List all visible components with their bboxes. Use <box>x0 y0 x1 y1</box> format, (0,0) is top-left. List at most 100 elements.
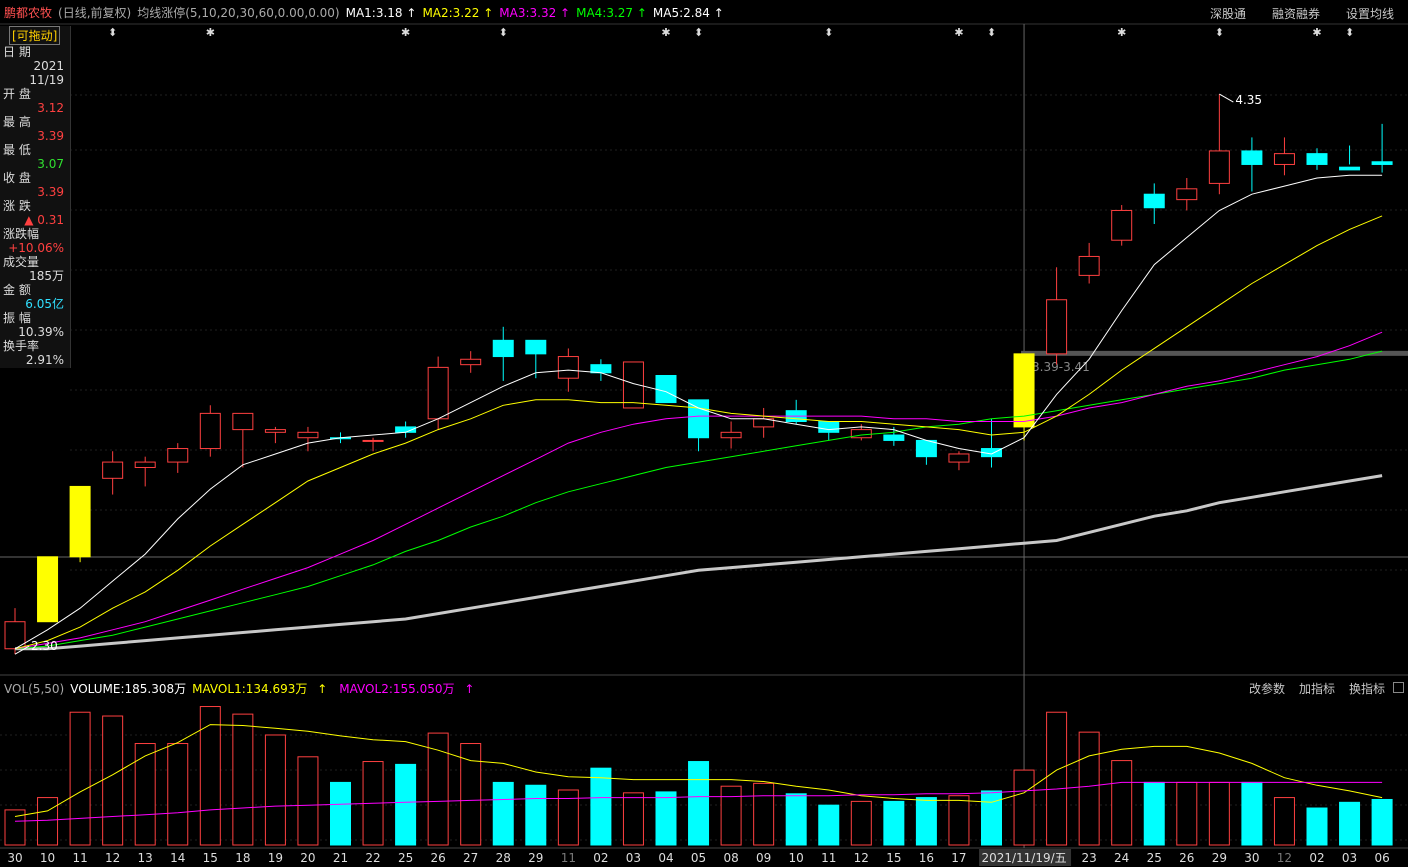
candle-body <box>1176 188 1198 201</box>
x-tick-label: 26 <box>431 851 446 865</box>
event-mark-icon: ⬍ <box>499 26 508 39</box>
info-label: 收 盘 <box>3 171 31 185</box>
info-label: 最 低 <box>3 143 31 157</box>
link-set-ma[interactable]: 设置均线 <box>1346 7 1394 21</box>
volume-bar <box>232 713 254 846</box>
volume-bar <box>1078 731 1100 846</box>
candle-body <box>1078 255 1100 276</box>
x-tick-label: 12 <box>854 851 869 865</box>
info-value: 6.05亿 <box>25 297 64 311</box>
x-tick-label: 11 <box>561 851 576 865</box>
price-band <box>1021 350 1408 356</box>
candle-body <box>1143 193 1165 209</box>
candle-body <box>557 356 579 379</box>
volume-bar <box>1111 760 1133 846</box>
volume-bar <box>981 790 1002 846</box>
info-label: 日 期 <box>3 45 31 59</box>
candle-body <box>199 412 221 450</box>
candle-body <box>1339 166 1361 171</box>
x-tick-label: 08 <box>723 851 738 865</box>
volume-bar <box>1176 781 1198 846</box>
info-value: +10.06% <box>8 241 64 255</box>
candle-body <box>362 439 384 442</box>
event-mark-icon: ✱ <box>401 26 410 39</box>
volume-bar <box>395 763 417 846</box>
x-tick-label: 27 <box>463 851 478 865</box>
x-tick-label: 12 <box>105 851 120 865</box>
crosshair-date-label: 2021/11/19/五 <box>981 851 1066 865</box>
info-label: 涨 跌 <box>3 199 31 213</box>
top-links: 深股通 融资融券 设置均线 <box>1184 5 1408 22</box>
volume-bar <box>1208 781 1230 846</box>
volume-bar <box>1306 807 1328 846</box>
ma3-line <box>14 331 1383 650</box>
info-label: 最 高 <box>3 115 31 129</box>
event-mark-icon: ⬍ <box>694 26 703 39</box>
info-panel[interactable]: [可拖动] 日 期 2021 11/19 开 盘 3.12 最 高 3.39 最 低 3.07 收… <box>0 26 71 368</box>
x-tick-label: 22 <box>365 851 380 865</box>
candle-body <box>1046 299 1068 355</box>
x-tick-label: 20 <box>300 851 315 865</box>
candle-body <box>948 453 970 463</box>
x-tick-label: 03 <box>626 851 641 865</box>
link-add-indicator[interactable]: 加指标 <box>1299 682 1335 696</box>
volume-bar <box>1013 769 1035 846</box>
event-mark-icon: ⬍ <box>987 26 996 39</box>
x-tick-label: 03 <box>1342 851 1357 865</box>
candle-body <box>102 461 124 479</box>
volume-bar <box>915 797 937 846</box>
volume-bar <box>1046 711 1068 846</box>
volume-bar <box>199 706 221 846</box>
candle-body <box>1241 150 1263 165</box>
x-tick-label: 18 <box>235 851 250 865</box>
link-sgt[interactable]: 深股通 <box>1210 7 1246 21</box>
x-tick-label: 13 <box>138 851 153 865</box>
x-tick-label: 11 <box>821 851 836 865</box>
info-value: 2.91% <box>25 353 64 367</box>
vol-title: VOL(5,50) <box>4 682 65 696</box>
x-tick-label: 25 <box>1147 851 1162 865</box>
link-params[interactable]: 改参数 <box>1249 682 1285 696</box>
ma-label-2: MA2:3.22 ↑ <box>422 6 494 20</box>
candle-body <box>460 358 482 366</box>
volume-bar <box>850 800 872 846</box>
candle-body <box>232 412 254 431</box>
link-margin[interactable]: 融资融券 <box>1272 7 1320 21</box>
candle-body <box>1208 150 1230 184</box>
x-tick-label: 14 <box>170 851 185 865</box>
ma-setting[interactable]: 均线涨停(5,10,20,30,60,0.00,0.00) <box>137 6 339 20</box>
x-tick-label: 25 <box>398 851 413 865</box>
collapse-icon[interactable] <box>1393 682 1404 693</box>
stock-name: 鹏都农牧 <box>4 6 53 20</box>
volume-bar <box>1339 801 1361 846</box>
info-label: 振 幅 <box>3 311 31 325</box>
link-switch-indicator[interactable]: 换指标 <box>1349 682 1385 696</box>
candle-body <box>427 366 449 420</box>
vol-value: VOLUME:185.308万 <box>70 682 187 696</box>
volume-bar <box>264 734 286 846</box>
volume-bar <box>102 715 124 846</box>
candle-body <box>720 431 742 439</box>
volume-bar <box>330 781 351 846</box>
ma5-line <box>15 474 1383 651</box>
volume-bar <box>1241 781 1263 846</box>
candle-body <box>134 461 156 468</box>
ma-legend: MA1:3.18 ↑ MA2:3.22 ↑ MA3:3.32 ↑ MA4:3.27 ↑… <box>346 6 730 20</box>
x-tick-label: 17 <box>951 851 966 865</box>
mavol1-label: MAVOL1:134.693万 ↑ <box>192 682 328 696</box>
volume-bar <box>1371 798 1393 846</box>
x-tick-label: 02 <box>1309 851 1324 865</box>
x-tick-label: 28 <box>496 851 511 865</box>
chart-header: 鹏都农牧 (日线,前复权) 均线涨停(5,10,20,30,60,0.00,0.00… <box>4 4 736 21</box>
info-label: 涨跌幅 <box>3 227 40 241</box>
x-tick-label: 10 <box>789 851 804 865</box>
event-mark-icon: ✱ <box>661 26 670 39</box>
x-tick-label: 09 <box>756 851 771 865</box>
drag-label[interactable]: [可拖动] <box>9 26 61 45</box>
kline-chart[interactable]: 3.39-3.41 2.30 4.35 ⬍ ✱ ✱ ⬍ ✱ ⬍ ⬍ ✱ ⬍ ✱ ⬍ ✱ ⬍ 30 10 11 12 13… <box>0 0 1408 867</box>
x-tick-label: 15 <box>203 851 218 865</box>
volume-bar <box>753 782 775 846</box>
info-value: 3.39 <box>37 129 64 143</box>
info-value: 3.12 <box>37 101 64 115</box>
candle-body <box>688 399 710 439</box>
